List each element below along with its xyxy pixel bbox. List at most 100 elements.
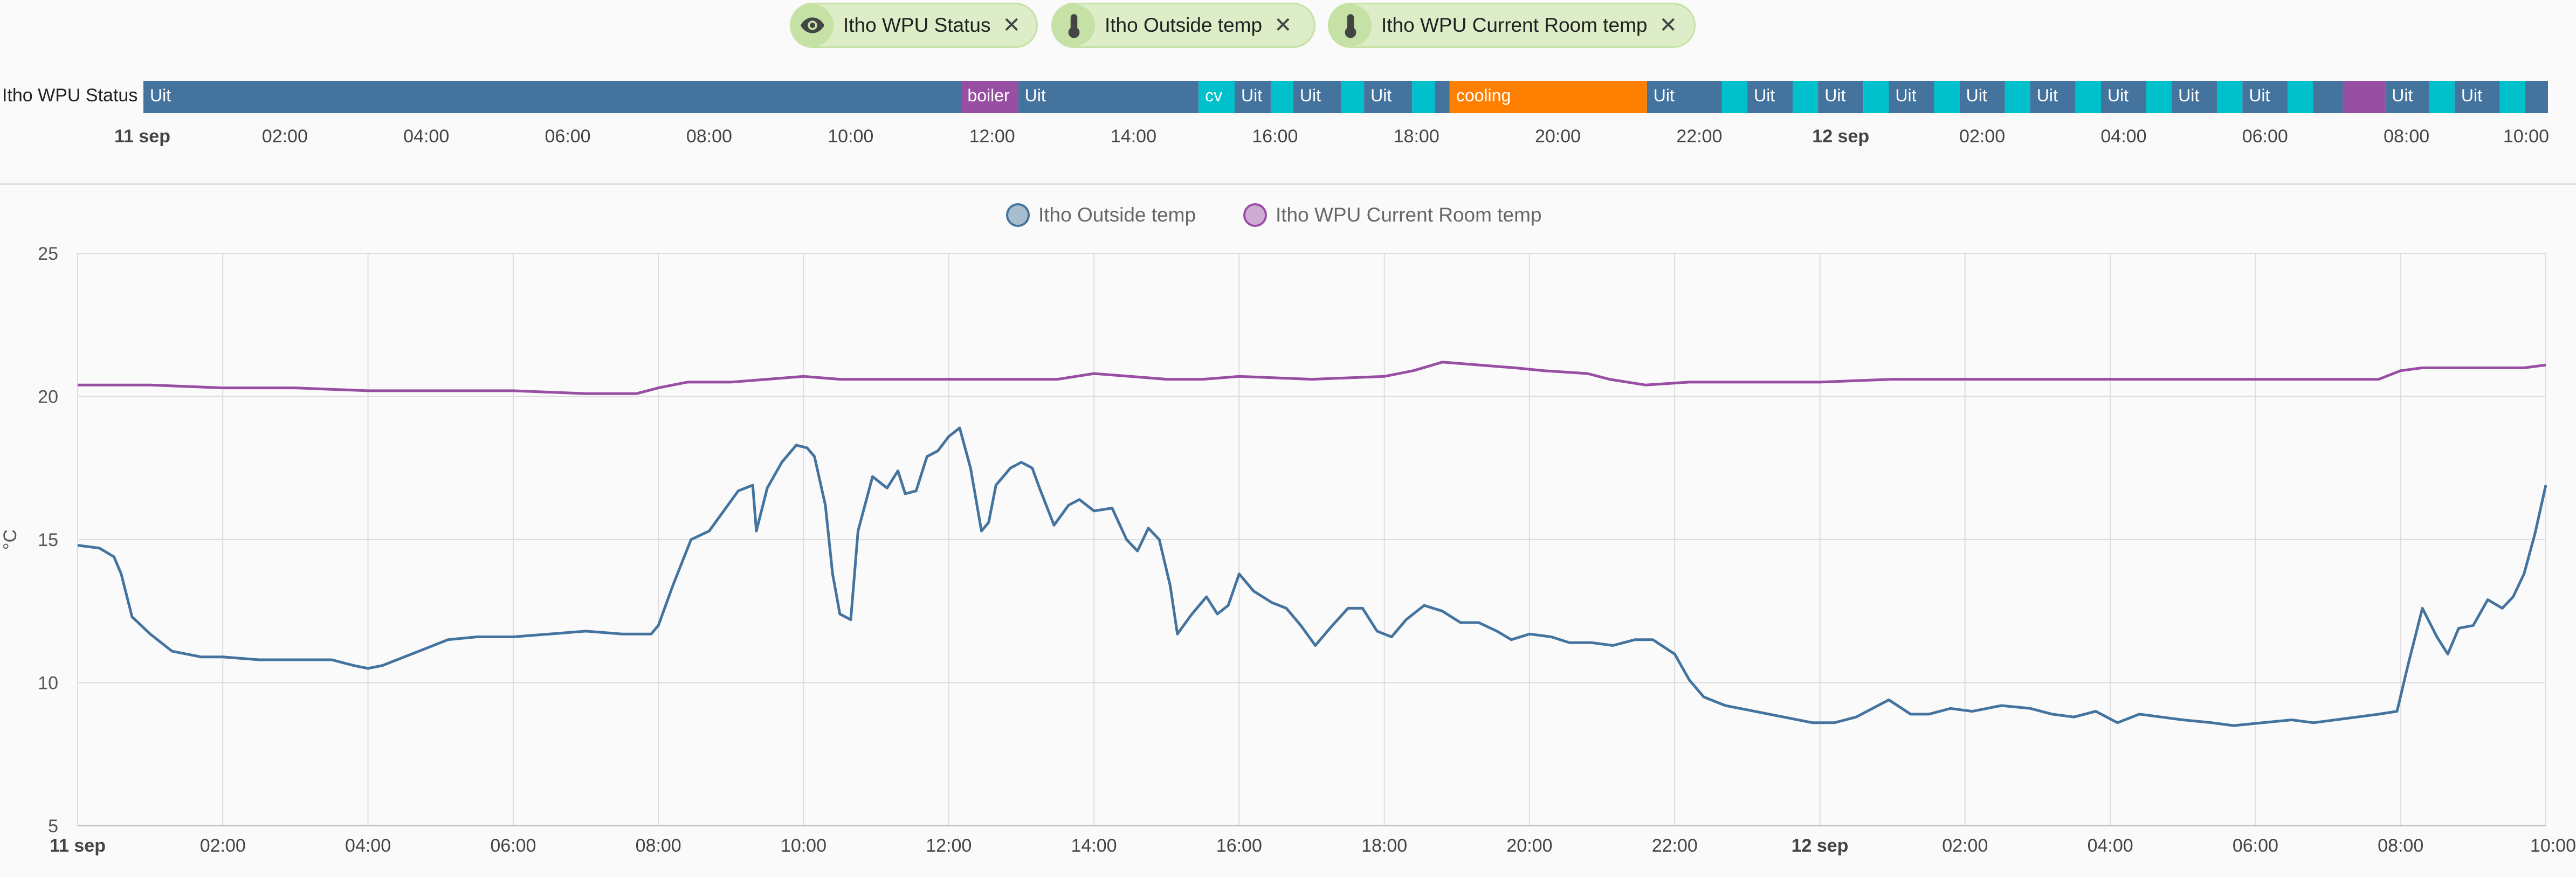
timeline-segment-cv[interactable] xyxy=(2005,81,2030,113)
legend-label[interactable]: Itho Outside temp xyxy=(1038,204,1196,226)
timeline-segment-cv[interactable] xyxy=(1934,81,1960,113)
timeline-x-tick-label: 04:00 xyxy=(2100,126,2146,147)
timeline-x-tick-label: 10:00 xyxy=(2503,126,2549,147)
chip-label: Itho Outside temp xyxy=(1105,14,1263,36)
x-tick-label: 16:00 xyxy=(1216,835,1262,856)
timeline-x-tick-label: 12:00 xyxy=(969,126,1015,147)
divider xyxy=(0,183,2576,185)
x-tick-label: 18:00 xyxy=(1361,835,1407,856)
timeline-segment-label: Uit xyxy=(1300,86,1321,105)
timeline-x-tick-label: 06:00 xyxy=(545,126,591,147)
timeline-segment-cv[interactable] xyxy=(1863,81,1889,113)
chip-itho-wpu-status[interactable]: Itho WPU Status ✕ xyxy=(790,3,1038,48)
thermometer-icon xyxy=(1053,4,1095,46)
legend-swatch xyxy=(1006,203,1030,227)
x-tick-label: 02:00 xyxy=(200,835,246,856)
timeline-x-tick-label: 18:00 xyxy=(1394,126,1439,147)
timeline-segment-label: Uit xyxy=(1824,86,1845,105)
timeline-segment-label: boiler xyxy=(967,86,1010,105)
y-tick-label: 10 xyxy=(38,673,58,694)
timeline-segment-cv[interactable] xyxy=(2499,81,2526,113)
timeline-segment-cv[interactable] xyxy=(2288,81,2313,113)
timeline-segment-label: Uit xyxy=(2461,86,2482,105)
timeline-x-tick-label: 08:00 xyxy=(686,126,732,147)
timeline-segment-cv[interactable] xyxy=(1270,81,1293,113)
close-icon[interactable]: ✕ xyxy=(1003,15,1021,36)
series-line[interactable] xyxy=(77,426,2547,727)
timeline-x-tick-label: 11 sep xyxy=(114,126,170,147)
timeline-segment-boiler[interactable] xyxy=(2343,81,2386,113)
timeline-segment-label: cooling xyxy=(1456,86,1511,105)
timeline-segment-cv[interactable] xyxy=(2146,81,2172,113)
timeline-segment-uit[interactable] xyxy=(2525,81,2548,113)
timeline-segment-label: Uit xyxy=(1241,86,1262,105)
timeline-segment-uit[interactable] xyxy=(2313,81,2343,113)
timeline-segment-label: Uit xyxy=(1025,86,1046,105)
timeline-segment-label: Uit xyxy=(1895,86,1916,105)
x-tick-label: 10:00 xyxy=(2530,835,2576,856)
timeline-segment-label: Uit xyxy=(150,86,171,105)
temperature-chart: Itho Outside temp Itho WPU Current Room t… xyxy=(0,203,2576,856)
timeline-entity-label: Itho WPU Status xyxy=(2,85,137,106)
thermometer-icon xyxy=(1330,4,1372,46)
timeline-x-tick-label: 14:00 xyxy=(1111,126,1156,147)
legend: Itho Outside temp Itho WPU Current Room t… xyxy=(1006,203,1541,227)
y-axis-label: °C xyxy=(0,529,20,550)
timeline-segment-label: Uit xyxy=(1754,86,1775,105)
timeline-segment-cv[interactable] xyxy=(2217,81,2243,113)
y-tick-label: 25 xyxy=(38,244,58,264)
timeline-segment-cv[interactable] xyxy=(1793,81,1819,113)
status-timeline: Itho WPU Status Uit boiler Uit cv Uit Uit Uit c… xyxy=(2,81,2549,147)
eye-icon xyxy=(791,4,834,46)
timeline-segment-label: Uit xyxy=(2249,86,2270,105)
x-tick-label: 02:00 xyxy=(1942,835,1988,856)
series-line[interactable] xyxy=(78,361,2546,395)
timeline-x-tick-label: 12 sep xyxy=(1812,126,1869,147)
chip-label: Itho WPU Status xyxy=(843,14,991,36)
x-tick-label: 12:00 xyxy=(926,835,972,856)
x-tick-label: 22:00 xyxy=(1652,835,1698,856)
x-tick-label: 04:00 xyxy=(345,835,391,856)
timeline-segment-label: Uit xyxy=(2392,86,2413,105)
timeline-x-tick-label: 16:00 xyxy=(1252,126,1298,147)
timeline-segment-label: Uit xyxy=(2107,86,2129,105)
close-icon[interactable]: ✕ xyxy=(1274,15,1292,36)
timeline-segment-label: Uit xyxy=(1370,86,1392,105)
timeline-segment-cv[interactable] xyxy=(1721,81,1748,113)
entity-chips: Itho WPU Status ✕ Itho Outside temp ✕ It… xyxy=(0,0,2576,54)
x-tick-label: 11 sep xyxy=(50,835,106,856)
timeline-x-tick-label: 22:00 xyxy=(1676,126,1722,147)
x-tick-label: 08:00 xyxy=(2378,835,2423,856)
y-tick-label: 5 xyxy=(48,816,58,837)
y-tick-label: 20 xyxy=(38,387,58,408)
legend-label[interactable]: Itho WPU Current Room temp xyxy=(1276,204,1541,226)
close-icon[interactable]: ✕ xyxy=(1659,15,1677,36)
x-tick-label: 14:00 xyxy=(1071,835,1117,856)
timeline-segment-label: Uit xyxy=(1654,86,1675,105)
x-tick-label: 04:00 xyxy=(2088,835,2133,856)
timeline-segment-cv[interactable] xyxy=(2075,81,2101,113)
legend-swatch xyxy=(1243,203,1267,227)
x-tick-label: 06:00 xyxy=(490,835,536,856)
timeline-x-tick-label: 02:00 xyxy=(262,126,308,147)
x-tick-label: 20:00 xyxy=(1506,835,1552,856)
timeline-segment-label: Uit xyxy=(2178,86,2199,105)
timeline-x-tick-label: 06:00 xyxy=(2242,126,2288,147)
timeline-x-tick-label: 20:00 xyxy=(1535,126,1581,147)
timeline-segment-label: Uit xyxy=(2037,86,2058,105)
chip-itho-wpu-current-room-temp[interactable]: Itho WPU Current Room temp ✕ xyxy=(1328,3,1696,48)
timeline-x-tick-label: 04:00 xyxy=(403,126,449,147)
timeline-x-tick-label: 10:00 xyxy=(828,126,873,147)
y-tick-label: 15 xyxy=(38,530,58,550)
timeline-segment-label: cv xyxy=(1205,86,1222,105)
timeline-x-tick-label: 02:00 xyxy=(1959,126,2005,147)
x-tick-label: 10:00 xyxy=(781,835,826,856)
timeline-segment-uit[interactable] xyxy=(1435,81,1450,113)
chip-itho-outside-temp[interactable]: Itho Outside temp ✕ xyxy=(1051,3,1315,48)
timeline-segment-cv[interactable] xyxy=(1341,81,1365,113)
chip-label: Itho WPU Current Room temp xyxy=(1381,14,1648,36)
timeline-segment-uit[interactable] xyxy=(143,81,961,113)
timeline-segment-cv[interactable] xyxy=(2429,81,2455,113)
timeline-x-tick-label: 08:00 xyxy=(2384,126,2429,147)
timeline-segment-cv[interactable] xyxy=(1412,81,1435,113)
